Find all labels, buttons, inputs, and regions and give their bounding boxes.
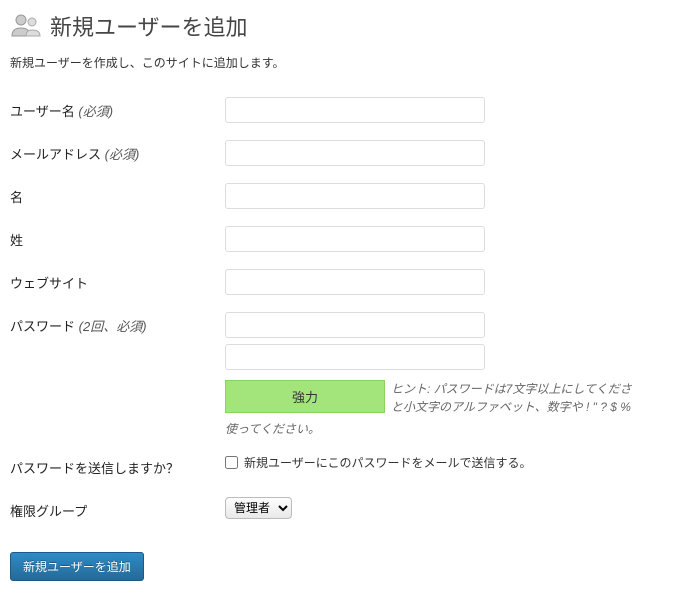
sendpw-label: パスワードを送信しますか？	[10, 446, 225, 489]
users-icon	[10, 10, 42, 42]
password-label: パスワード (2回、必須)	[10, 304, 225, 446]
page-description: 新規ユーザーを作成し、このサイトに追加します。	[10, 54, 690, 71]
website-label: ウェブサイト	[10, 261, 225, 304]
lastname-input[interactable]	[225, 226, 485, 252]
password-strength-meter: 強力	[225, 380, 385, 413]
form-table: ユーザー名 (必須) メールアドレス (必須) 名 姓 ウェブサイト パスワード…	[10, 89, 690, 532]
firstname-label: 名	[10, 175, 225, 218]
sendpw-checkbox-label: 新規ユーザーにこのパスワードをメールで送信する。	[244, 454, 532, 471]
sendpw-checkbox[interactable]	[225, 456, 238, 469]
website-input[interactable]	[225, 269, 485, 295]
username-input[interactable]	[225, 97, 485, 123]
page-title: 新規ユーザーを追加	[50, 10, 248, 42]
email-label: メールアドレス (必須)	[10, 132, 225, 175]
password-hint: ヒント: パスワードは7文字以上にしてくださ と小文字のアルファベット、数字や …	[391, 380, 690, 416]
username-label: ユーザー名 (必須)	[10, 89, 225, 132]
lastname-label: 姓	[10, 218, 225, 261]
email-input[interactable]	[225, 140, 485, 166]
role-select[interactable]: 管理者	[225, 497, 292, 519]
password-hint-cont: 使ってください。	[225, 420, 690, 438]
submit-button[interactable]: 新規ユーザーを追加	[10, 552, 144, 581]
password-input-1[interactable]	[225, 312, 485, 338]
firstname-input[interactable]	[225, 183, 485, 209]
password-input-2[interactable]	[225, 344, 485, 370]
page-header: 新規ユーザーを追加	[10, 10, 690, 42]
sendpw-row[interactable]: 新規ユーザーにこのパスワードをメールで送信する。	[225, 454, 690, 471]
role-label: 権限グループ	[10, 489, 225, 532]
